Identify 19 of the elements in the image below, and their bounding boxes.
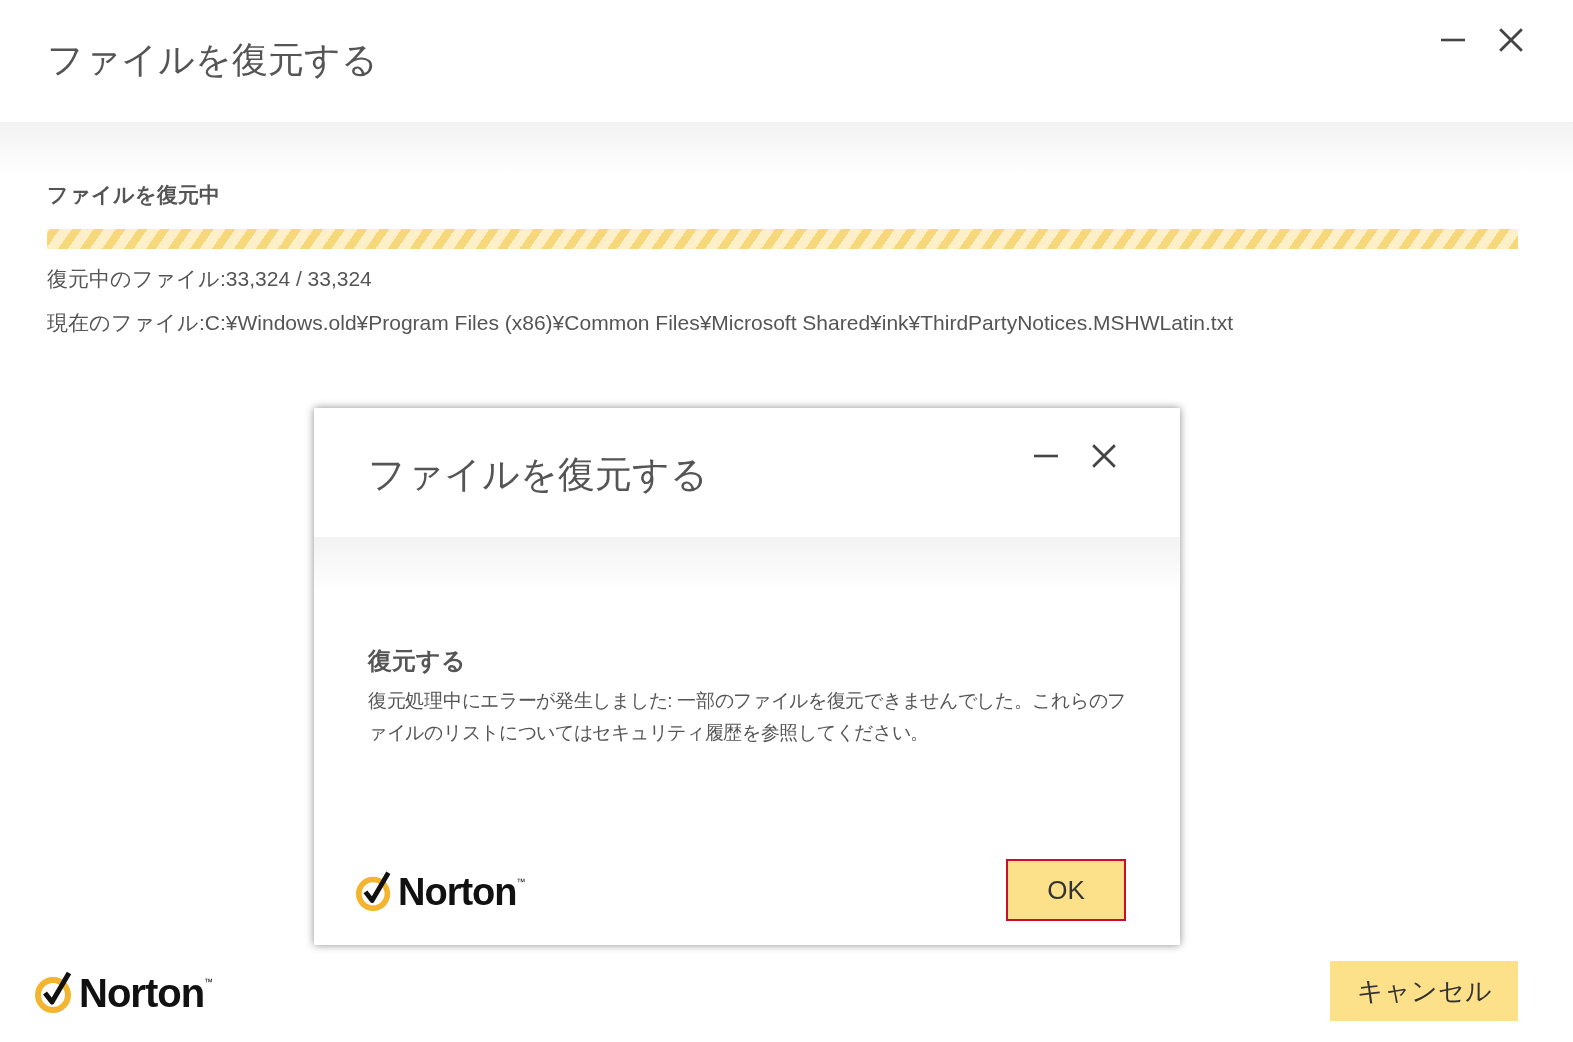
close-button[interactable] <box>1497 26 1525 54</box>
logo-text: Norton <box>79 973 205 1013</box>
close-button[interactable] <box>1090 442 1118 470</box>
close-icon <box>1498 27 1524 53</box>
file-count: 復元中のファイル:33,324 / 33,324 <box>47 266 373 292</box>
window-title: ファイルを復元する <box>47 38 378 82</box>
current-file-path: 現在のファイル:C:¥Windows.old¥Program Files (x86)¥Common Files¥Microsoft Shared¥ink¥ThirdPartyNotices.MSHWLatin.txt <box>47 310 1234 336</box>
progress-label: ファイルを復元中 <box>47 182 221 208</box>
logo-text: Norton <box>398 873 517 911</box>
minimize-icon <box>1440 38 1466 42</box>
trademark-mark: ™ <box>516 877 526 887</box>
trademark-mark: ™ <box>204 977 214 987</box>
close-icon <box>1091 443 1117 469</box>
action-button[interactable]: キャンセル <box>1330 961 1518 1021</box>
window-title: ファイルを復元する <box>368 453 708 497</box>
dialog-heading: 復元する <box>368 646 467 676</box>
minimize-icon <box>1033 454 1059 458</box>
action-button[interactable]: OK <box>1006 859 1126 921</box>
error-message: 復元処理中にエラーが発生しました: 一部のファイルを復元できませんでした。これらのファイルのリストについてはセキュリティ履歴を参照してください。 <box>368 689 1127 745</box>
